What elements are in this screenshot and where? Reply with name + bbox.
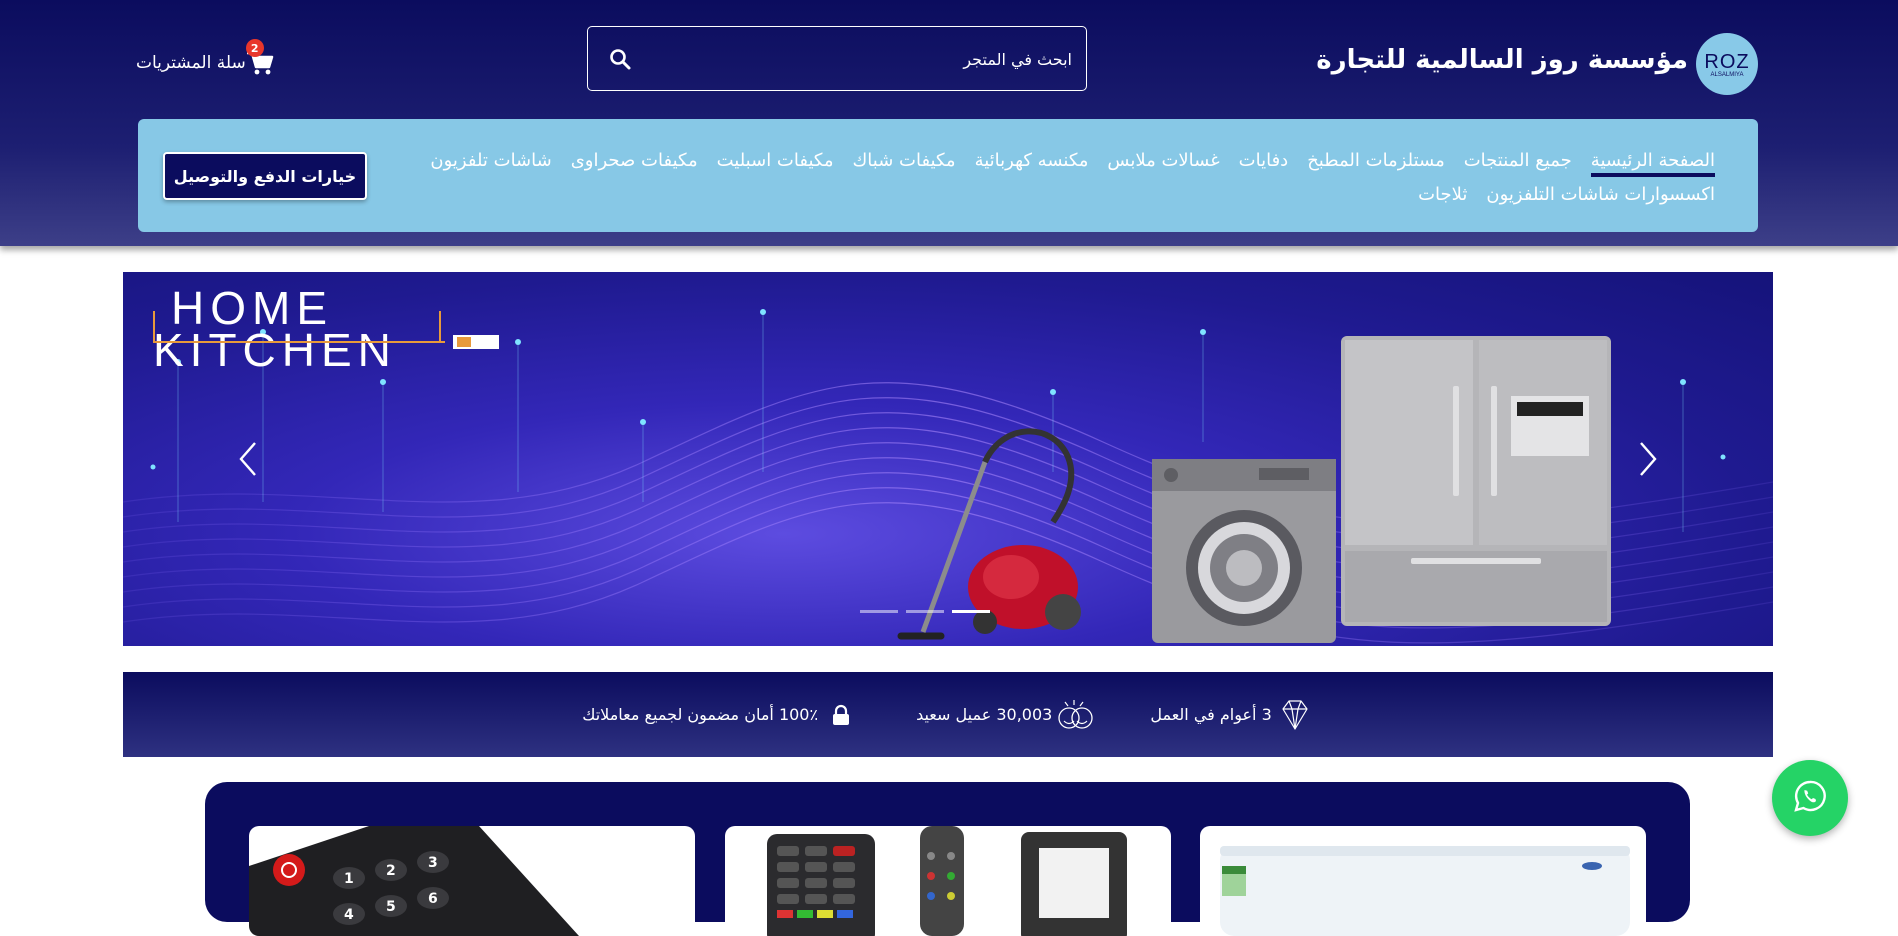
nav-item-refrigerators[interactable]: ثلاجات	[1418, 183, 1467, 207]
refrigerator-image	[1341, 336, 1611, 626]
search-icon[interactable]	[608, 47, 632, 71]
brand-logo[interactable]: ROZ ALSALMIYA	[1696, 33, 1758, 95]
feature-customers: 30,003 عميل سعيد	[916, 696, 1094, 734]
main-nav: الصفحة الرئيسية جميع المنتجات مستلزمات ا…	[138, 119, 1758, 232]
brand-mark-icon	[453, 335, 499, 349]
whatsapp-icon	[1793, 779, 1827, 817]
carousel-indicators	[860, 610, 990, 613]
nav-item-tv-accessories[interactable]: اكسسوارات شاشات التلفزيون	[1486, 183, 1715, 207]
tv-remote-icon: 1 2 3 4 5 6	[249, 826, 579, 936]
carousel-next-icon[interactable]	[1633, 439, 1663, 479]
site-header: ROZ ALSALMIYA مؤسسة روز السالمية للتجارة…	[0, 0, 1898, 246]
feature-years: 3 أعوام في العمل	[1150, 696, 1313, 734]
search-box	[587, 26, 1087, 91]
svg-text:3: 3	[428, 855, 438, 871]
nav-item-kitchen-supplies[interactable]: مستلزمات المطبخ	[1307, 149, 1445, 177]
logo-text: ROZ	[1704, 50, 1750, 73]
nav-links: الصفحة الرئيسية جميع المنتجات مستلزمات ا…	[390, 149, 1715, 207]
carousel-indicator-active[interactable]	[952, 610, 990, 613]
feature-customers-text: 30,003 عميل سعيد	[916, 705, 1053, 724]
svg-text:5: 5	[386, 899, 396, 915]
home-kitchen-logo: HOME KITCHEN	[153, 285, 499, 373]
svg-text:1: 1	[344, 871, 354, 887]
washing-machine-image	[1152, 459, 1336, 643]
nav-item-split-ac[interactable]: مكيفات اسبليت	[717, 149, 834, 177]
product-card-tv-remote[interactable]: 1 2 3 4 5 6	[249, 826, 695, 936]
nav-item-desert-ac[interactable]: مكيفات صحراوى	[571, 149, 698, 177]
nav-item-tv-screens[interactable]: شاشات تلفزيون	[430, 149, 551, 177]
nav-item-all-products[interactable]: جميع المنتجات	[1464, 149, 1572, 177]
cart-icon: 2	[245, 39, 274, 76]
happy-faces-icon	[1056, 696, 1094, 734]
search-input[interactable]	[652, 41, 1072, 77]
feature-security-text: 100٪ أمان مضمون لجميع معاملاتك	[582, 705, 819, 724]
whatsapp-button[interactable]	[1772, 760, 1848, 836]
hero-carousel: HOME KITCHEN	[123, 272, 1773, 646]
nav-item-washing-machines[interactable]: غسالات ملابس	[1107, 149, 1219, 177]
svg-text:6: 6	[428, 891, 438, 907]
carousel-indicator[interactable]	[860, 610, 898, 613]
nav-item-heaters[interactable]: دفايات	[1239, 149, 1289, 177]
cart-count-badge: 2	[245, 39, 264, 57]
remote-controls-icon	[767, 826, 1127, 936]
cart-button[interactable]: 2 سلة المشتريات	[136, 39, 274, 76]
cart-label: سلة المشتريات	[136, 53, 246, 73]
lock-icon	[822, 696, 860, 734]
carousel-prev-icon[interactable]	[233, 439, 263, 479]
vacuum-cleaner-image	[897, 428, 1081, 640]
nav-item-home[interactable]: الصفحة الرئيسية	[1590, 149, 1715, 177]
svg-text:4: 4	[344, 907, 354, 923]
diamond-icon	[1276, 696, 1314, 734]
feature-security: 100٪ أمان مضمون لجميع معاملاتك	[582, 696, 860, 734]
carousel-indicator[interactable]	[906, 610, 944, 613]
nav-item-window-ac[interactable]: مكيفات شباك	[852, 149, 955, 177]
brand-title[interactable]: مؤسسة روز السالمية للتجارة	[1316, 45, 1688, 75]
features-strip: 3 أعوام في العمل 30,003 عميل سعيد 100٪ أ…	[123, 672, 1773, 757]
product-card-remote-controls[interactable]	[725, 826, 1171, 936]
products-section: 1 2 3 4 5 6	[205, 782, 1690, 936]
svg-text:2: 2	[386, 863, 396, 879]
product-card-split-ac[interactable]	[1200, 826, 1646, 936]
payment-delivery-button[interactable]: خيارات الدفع والتوصيل	[163, 152, 367, 200]
feature-years-text: 3 أعوام في العمل	[1150, 705, 1272, 724]
nav-item-vacuum-cleaners[interactable]: مكنسه كهربائية	[975, 149, 1089, 177]
split-ac-icon	[1220, 846, 1630, 936]
logo-subtext: ALSALMIYA	[1710, 71, 1744, 78]
